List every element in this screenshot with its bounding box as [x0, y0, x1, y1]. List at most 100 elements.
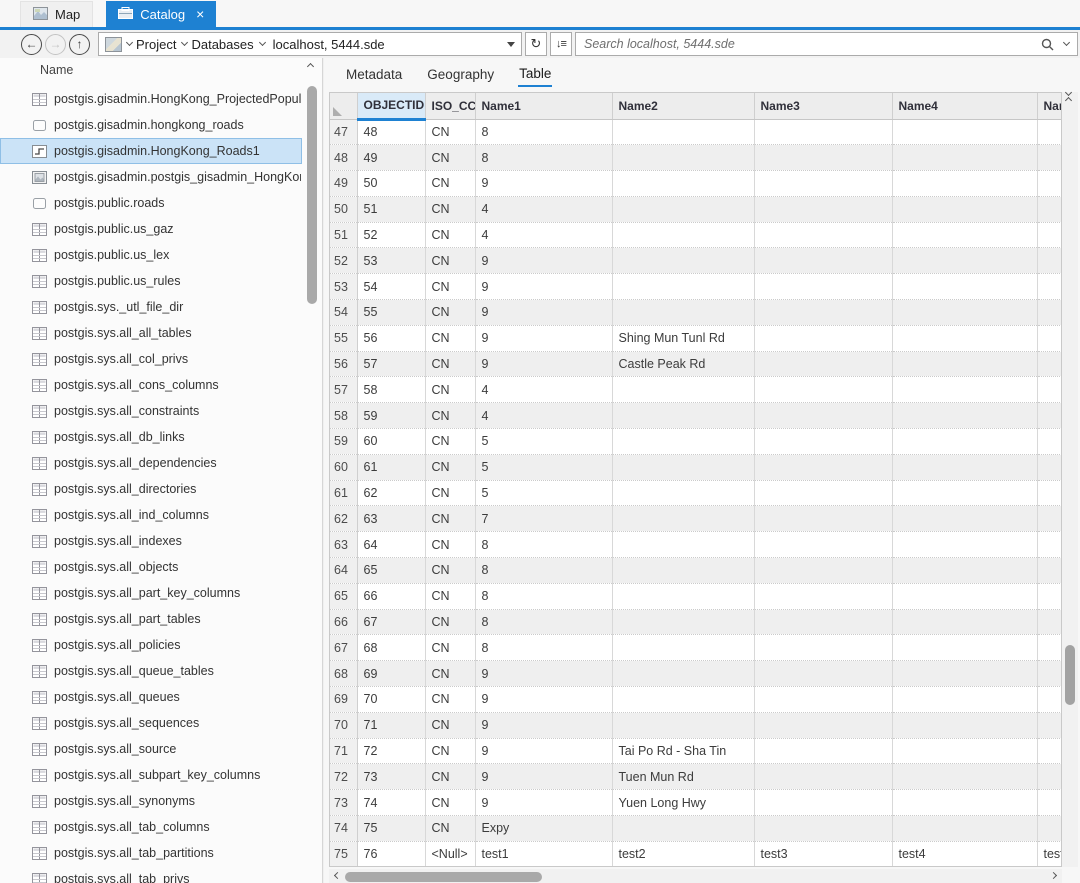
catalog-item[interactable]: postgis.public.us_gaz [0, 216, 302, 242]
table-cell[interactable]: CN [425, 506, 475, 532]
row-number-cell[interactable]: 65 [330, 583, 357, 609]
catalog-item[interactable]: postgis.gisadmin.HongKong_Roads1 [0, 138, 302, 164]
catalog-item[interactable]: postgis.sys.all_synonyms [0, 788, 302, 814]
table-cell[interactable] [612, 429, 754, 455]
row-number-cell[interactable]: 52 [330, 248, 357, 274]
chevron-down-icon[interactable] [181, 38, 188, 45]
table-cell[interactable] [892, 145, 1037, 171]
table-cell[interactable]: 9 [475, 687, 612, 713]
table-cell[interactable] [612, 403, 754, 429]
column-header-iso-cc[interactable]: ISO_CC [425, 93, 475, 119]
table-cell[interactable]: 5 [475, 429, 612, 455]
scrollbar-thumb[interactable] [345, 872, 542, 882]
table-cell[interactable] [892, 532, 1037, 558]
table-cell[interactable]: CN [425, 532, 475, 558]
row-number-cell[interactable]: 64 [330, 558, 357, 584]
row-number-cell[interactable]: 63 [330, 532, 357, 558]
table-cell[interactable] [612, 300, 754, 326]
table-cell[interactable]: 73 [357, 764, 425, 790]
table-cell[interactable] [1037, 661, 1062, 687]
table-cell[interactable]: 67 [357, 609, 425, 635]
row-number-cell[interactable]: 50 [330, 196, 357, 222]
table-cell[interactable] [1037, 790, 1062, 816]
table-cell[interactable] [754, 583, 892, 609]
table-cell[interactable]: 75 [357, 816, 425, 842]
row-number-cell[interactable]: 59 [330, 429, 357, 455]
search-icon[interactable] [1041, 38, 1054, 51]
table-cell[interactable] [1037, 583, 1062, 609]
table-cell[interactable]: 4 [475, 377, 612, 403]
table-cell[interactable]: 60 [357, 429, 425, 455]
row-number-cell[interactable]: 69 [330, 687, 357, 713]
row-number-cell[interactable]: 71 [330, 738, 357, 764]
scroll-up-icon[interactable] [1065, 97, 1072, 104]
row-number-cell[interactable]: 70 [330, 712, 357, 738]
sort-button[interactable]: ↓≡ [550, 32, 572, 56]
column-header-name4[interactable]: Name4 [892, 93, 1037, 119]
search-input[interactable] [584, 37, 1041, 51]
table-cell[interactable]: 58 [357, 377, 425, 403]
row-number-cell[interactable]: 66 [330, 609, 357, 635]
back-button[interactable]: ← [21, 34, 42, 55]
catalog-item[interactable]: postgis.sys.all_dependencies [0, 450, 302, 476]
table-cell[interactable] [1037, 145, 1062, 171]
table-cell[interactable]: test5 [1037, 841, 1062, 867]
table-cell[interactable]: 48 [357, 119, 425, 145]
table-cell[interactable] [754, 145, 892, 171]
table-cell[interactable] [892, 351, 1037, 377]
table-cell[interactable] [612, 196, 754, 222]
row-number-cell[interactable]: 54 [330, 300, 357, 326]
catalog-item[interactable]: postgis.sys.all_ind_columns [0, 502, 302, 528]
row-number-cell[interactable]: 58 [330, 403, 357, 429]
table-cell[interactable] [892, 248, 1037, 274]
row-number-cell[interactable]: 67 [330, 635, 357, 661]
select-all-corner[interactable] [330, 93, 357, 119]
table-cell[interactable] [754, 300, 892, 326]
table-cell[interactable] [612, 687, 754, 713]
table-cell[interactable] [754, 790, 892, 816]
table-cell[interactable] [1037, 635, 1062, 661]
breadcrumb-project[interactable]: Project [136, 37, 176, 52]
table-cell[interactable]: 9 [475, 274, 612, 300]
table-cell[interactable]: 59 [357, 403, 425, 429]
table-cell[interactable] [754, 738, 892, 764]
table-cell[interactable]: 74 [357, 790, 425, 816]
catalog-item[interactable]: postgis.sys.all_db_links [0, 424, 302, 450]
table-cell[interactable] [1037, 506, 1062, 532]
table-cell[interactable]: test4 [892, 841, 1037, 867]
row-number-cell[interactable]: 74 [330, 816, 357, 842]
table-cell[interactable]: 64 [357, 532, 425, 558]
catalog-item[interactable]: postgis.sys.all_tab_columns [0, 814, 302, 840]
table-cell[interactable]: 8 [475, 119, 612, 145]
table-cell[interactable] [892, 403, 1037, 429]
table-cell[interactable] [612, 222, 754, 248]
table-cell[interactable] [892, 429, 1037, 455]
table-cell[interactable]: 8 [475, 145, 612, 171]
table-cell[interactable] [1037, 429, 1062, 455]
table-cell[interactable]: CN [425, 196, 475, 222]
table-cell[interactable]: 8 [475, 558, 612, 584]
tab-geography[interactable]: Geography [426, 63, 495, 86]
row-number-cell[interactable]: 75 [330, 841, 357, 867]
table-cell[interactable]: 8 [475, 609, 612, 635]
table-cell[interactable]: test1 [475, 841, 612, 867]
table-cell[interactable] [612, 454, 754, 480]
table-cell[interactable]: 9 [475, 351, 612, 377]
table-cell[interactable]: 9 [475, 171, 612, 197]
table-cell[interactable]: CN [425, 738, 475, 764]
table-cell[interactable] [754, 196, 892, 222]
table-cell[interactable] [892, 480, 1037, 506]
table-cell[interactable]: 57 [357, 351, 425, 377]
table-cell[interactable]: 76 [357, 841, 425, 867]
table-cell[interactable]: CN [425, 687, 475, 713]
table-cell[interactable]: CN [425, 300, 475, 326]
table-cell[interactable]: Castle Peak Rd [612, 351, 754, 377]
table-cell[interactable]: 55 [357, 300, 425, 326]
table-cell[interactable]: CN [425, 661, 475, 687]
table-cell[interactable]: 5 [475, 480, 612, 506]
catalog-item[interactable]: postgis.gisadmin.HongKong_ProjectedPopul… [0, 86, 302, 112]
table-cell[interactable] [754, 687, 892, 713]
table-cell[interactable]: CN [425, 325, 475, 351]
table-cell[interactable] [892, 558, 1037, 584]
table-cell[interactable] [892, 583, 1037, 609]
